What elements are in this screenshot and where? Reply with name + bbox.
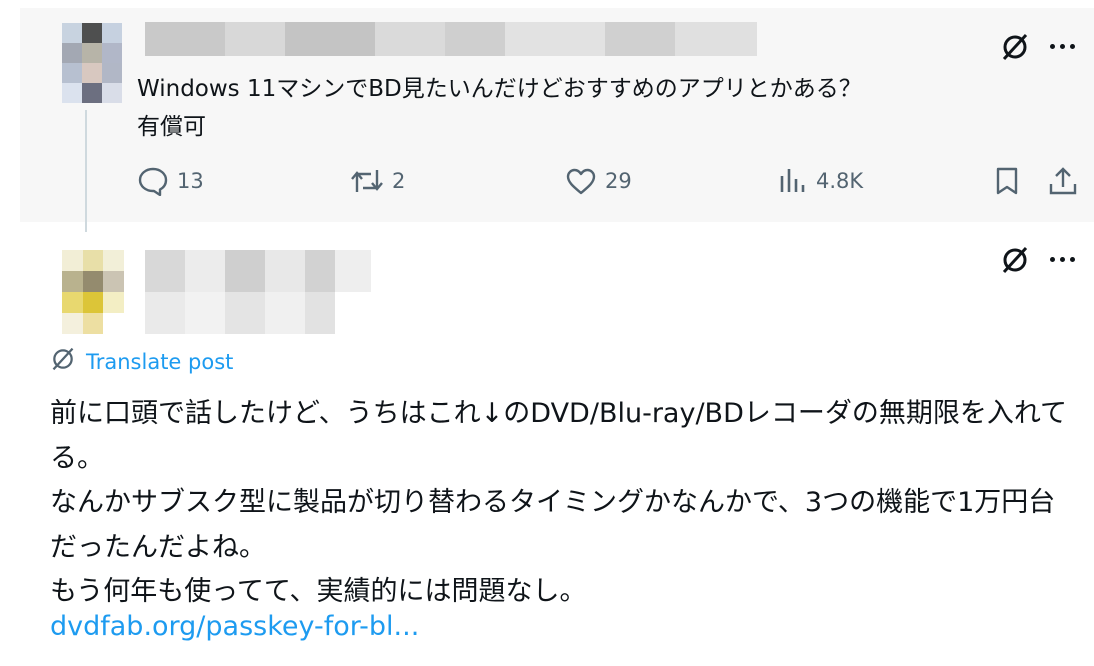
avatar[interactable] [62, 23, 122, 103]
repost-count: 2 [392, 169, 406, 193]
author-name-blurred[interactable] [145, 250, 371, 334]
reply-text: 前に口頭で話したけど、うちはこれ↓のDVD/Blu-ray/BDレコーダの無期限… [50, 398, 1068, 607]
grok-icon[interactable] [1000, 32, 1030, 62]
reply-count: 13 [177, 169, 204, 193]
avatar[interactable] [62, 250, 124, 334]
repost-icon [350, 166, 384, 196]
reply-icon [137, 166, 169, 196]
post-text: Windows 11マシンでBD見たいんだけどおすすめのアプリとかある？ 有償可 [137, 76, 862, 140]
grok-icon[interactable] [1000, 245, 1030, 275]
share-icon [1048, 166, 1078, 196]
like-button[interactable]: 29 [565, 166, 632, 196]
author-name-blurred[interactable] [145, 22, 757, 56]
like-count: 29 [605, 169, 632, 193]
like-icon [565, 166, 597, 196]
views-icon [778, 166, 808, 196]
external-link[interactable]: dvdfab.org/passkey-for-bl... [50, 611, 419, 642]
translate-icon [50, 346, 86, 377]
thread-connector-line [85, 110, 87, 232]
translate-post-link[interactable]: Translate post [50, 346, 233, 377]
repost-button[interactable]: 2 [350, 166, 405, 196]
more-icon[interactable] [1050, 257, 1075, 262]
bookmark-button[interactable] [994, 166, 1020, 196]
views-button[interactable]: 4.8K [778, 166, 863, 196]
view-count: 4.8K [816, 169, 864, 193]
translate-label: Translate post [86, 349, 234, 374]
share-button[interactable] [1048, 166, 1078, 196]
more-icon[interactable] [1050, 44, 1075, 49]
reply-button[interactable]: 13 [137, 166, 204, 196]
bookmark-icon [994, 166, 1020, 196]
